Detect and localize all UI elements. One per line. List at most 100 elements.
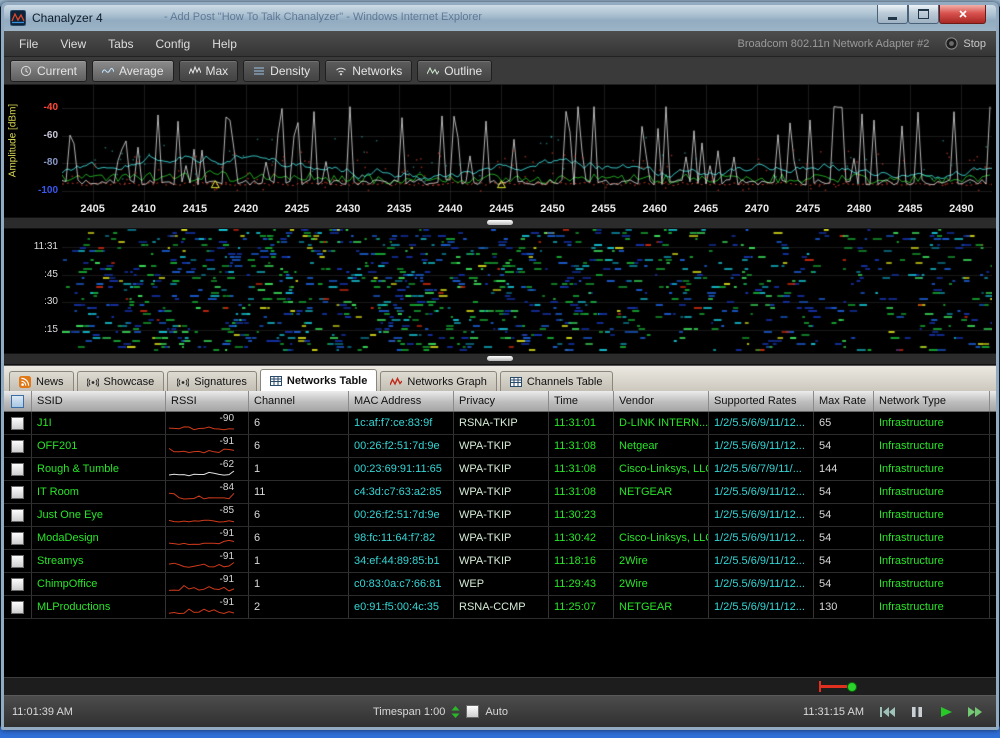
row-checkbox[interactable] [11, 439, 24, 453]
tab-showcase[interactable]: Showcase [76, 371, 165, 391]
rssi-sparkline [169, 606, 239, 616]
time-scrubber[interactable] [819, 681, 861, 692]
splitter-grip[interactable] [487, 220, 513, 225]
cell-rssi: -91 [166, 435, 249, 457]
row-checkbox[interactable] [11, 508, 24, 522]
toolbar-button-current[interactable]: Current [10, 59, 88, 82]
column-header-rssi[interactable]: RSSI [166, 391, 249, 411]
select-all-checkbox[interactable] [11, 394, 24, 408]
cell-privacy: WPA-TKIP [454, 458, 549, 480]
skip-back-button[interactable] [874, 703, 901, 721]
table-row[interactable]: Just One Eye -85 6 00:26:f2:51:7d:9e WPA-TKI… [4, 504, 996, 527]
menu-file[interactable]: File [8, 34, 49, 54]
timespan-spinner[interactable] [451, 705, 460, 719]
tab-networks-graph[interactable]: Networks Graph [380, 371, 497, 391]
row-checkbox[interactable] [11, 485, 24, 499]
row-checkbox[interactable] [11, 554, 24, 568]
column-header-supported-rates[interactable]: Supported Rates [709, 391, 814, 411]
cell-vendor [614, 504, 709, 526]
close-button[interactable] [939, 5, 986, 24]
cell-channel: 6 [249, 412, 349, 434]
play-button[interactable] [932, 703, 959, 721]
table-row[interactable]: ChimpOffice -91 1 c0:83:0a:c7:66:81 WEP 11:29… [4, 573, 996, 596]
column-header-vendor[interactable]: Vendor [614, 391, 709, 411]
row-checkbox[interactable] [11, 577, 24, 591]
menu-tabs[interactable]: Tabs [97, 34, 144, 54]
timeline-bar[interactable] [4, 677, 996, 695]
tab-signatures[interactable]: Signatures [167, 371, 257, 391]
row-checkbox[interactable] [11, 600, 24, 614]
rssi-sparkline [169, 583, 239, 593]
waterfall-time-tick: :30 [44, 296, 58, 307]
splitter-grip[interactable] [487, 356, 513, 361]
toolbar-button-networks[interactable]: Networks [325, 59, 413, 82]
column-header-time[interactable]: Time [549, 391, 614, 411]
column-header-ssid[interactable]: SSID [32, 391, 166, 411]
cell-vendor: D-LINK INTERN... [614, 412, 709, 434]
row-checkbox[interactable] [11, 462, 24, 476]
row-checkbox[interactable] [11, 416, 24, 430]
tab-networks-table[interactable]: Networks Table [259, 369, 378, 391]
toolbar-button-label: Networks [352, 63, 403, 78]
layers-icon [253, 65, 265, 77]
splitter-bottom[interactable] [4, 353, 996, 365]
clock-icon [20, 65, 32, 77]
row-checkbox[interactable] [11, 531, 24, 545]
tab-channels-table[interactable]: Channels Table [499, 371, 613, 391]
cell-mac: 00:26:f2:51:7d:9e [349, 435, 454, 457]
cell-vendor: Netgear [614, 435, 709, 457]
cell-vendor: 2Wire [614, 550, 709, 572]
fast-forward-button[interactable] [961, 703, 988, 721]
menu-help[interactable]: Help [201, 34, 248, 54]
table-row[interactable]: J1I -90 6 1c:af:f7:ce:83:9f RSNA-TKIP 11:31:0… [4, 412, 996, 435]
column-header-mac-address[interactable]: MAC Address [349, 391, 454, 411]
cell-vendor: Cisco-Linksys, LLC [614, 527, 709, 549]
waterfall-time-tick: 11:31 [33, 241, 58, 252]
table-row[interactable]: OFF201 -91 6 00:26:f2:51:7d:9e WPA-TKIP 11:31… [4, 435, 996, 458]
splitter-top[interactable] [4, 217, 996, 229]
table-row[interactable]: Rough & Tumble -62 1 00:23:69:91:11:65 WPA-T… [4, 458, 996, 481]
scrubber-range-line[interactable] [821, 685, 847, 688]
table-row[interactable]: ModaDesign -91 6 98:fc:11:64:f7:82 WPA-TKIP 1… [4, 527, 996, 550]
cell-type: Infrastructure [874, 412, 990, 434]
title-bar[interactable]: Chanalyzer 4 - Add Post "How To Talk Cha… [4, 5, 996, 31]
rssi-sparkline [169, 537, 239, 547]
table-row[interactable]: Streamys -91 1 34:ef:44:89:85:b1 WPA-TKIP 11:… [4, 550, 996, 573]
wave-icon [102, 65, 115, 77]
waterfall-plot[interactable] [62, 229, 992, 353]
cell-time: 11:31:08 [549, 481, 614, 503]
menu-config[interactable]: Config [145, 34, 202, 54]
select-all-header[interactable] [4, 391, 32, 411]
column-header-privacy[interactable]: Privacy [454, 391, 549, 411]
scrubber-handle[interactable] [847, 682, 857, 692]
play-icon [936, 705, 956, 719]
column-header-max-rate[interactable]: Max Rate [814, 391, 874, 411]
column-header-network-type[interactable]: Network Type [874, 391, 990, 411]
cell-rates: 1/2/5.5/6/9/11/12... [709, 435, 814, 457]
cell-mac: 00:26:f2:51:7d:9e [349, 504, 454, 526]
toolbar-button-max[interactable]: Max [178, 59, 239, 82]
frequency-tick: 2430 [335, 203, 361, 215]
tab-news[interactable]: News [9, 371, 74, 391]
spectral-plot[interactable] [62, 85, 992, 203]
column-header-channel[interactable]: Channel [249, 391, 349, 411]
toolbar-button-density[interactable]: Density [243, 59, 321, 82]
stop-button[interactable]: Stop [945, 37, 986, 50]
frequency-tick: 2465 [693, 203, 719, 215]
table-row[interactable]: MLProductions -91 2 e0:91:f5:00:4c:35 RSNA-C… [4, 596, 996, 619]
table-row[interactable]: IT Room -84 11 c4:3d:c7:63:a2:85 WPA-TKIP 11:… [4, 481, 996, 504]
toolbar-button-average[interactable]: Average [92, 59, 174, 82]
row-select-cell [4, 412, 32, 434]
auto-checkbox[interactable] [466, 705, 480, 718]
minimize-button[interactable] [877, 5, 908, 24]
row-select-cell [4, 458, 32, 480]
frequency-tick: 2480 [846, 203, 872, 215]
pause-button[interactable] [903, 703, 930, 721]
broadcast-icon [86, 376, 99, 388]
toolbar-button-outline[interactable]: Outline [417, 59, 493, 82]
cell-type: Infrastructure [874, 573, 990, 595]
maximize-button[interactable] [908, 5, 939, 24]
row-select-cell [4, 481, 32, 503]
tab-label: Signatures [194, 375, 247, 388]
menu-view[interactable]: View [49, 34, 97, 54]
